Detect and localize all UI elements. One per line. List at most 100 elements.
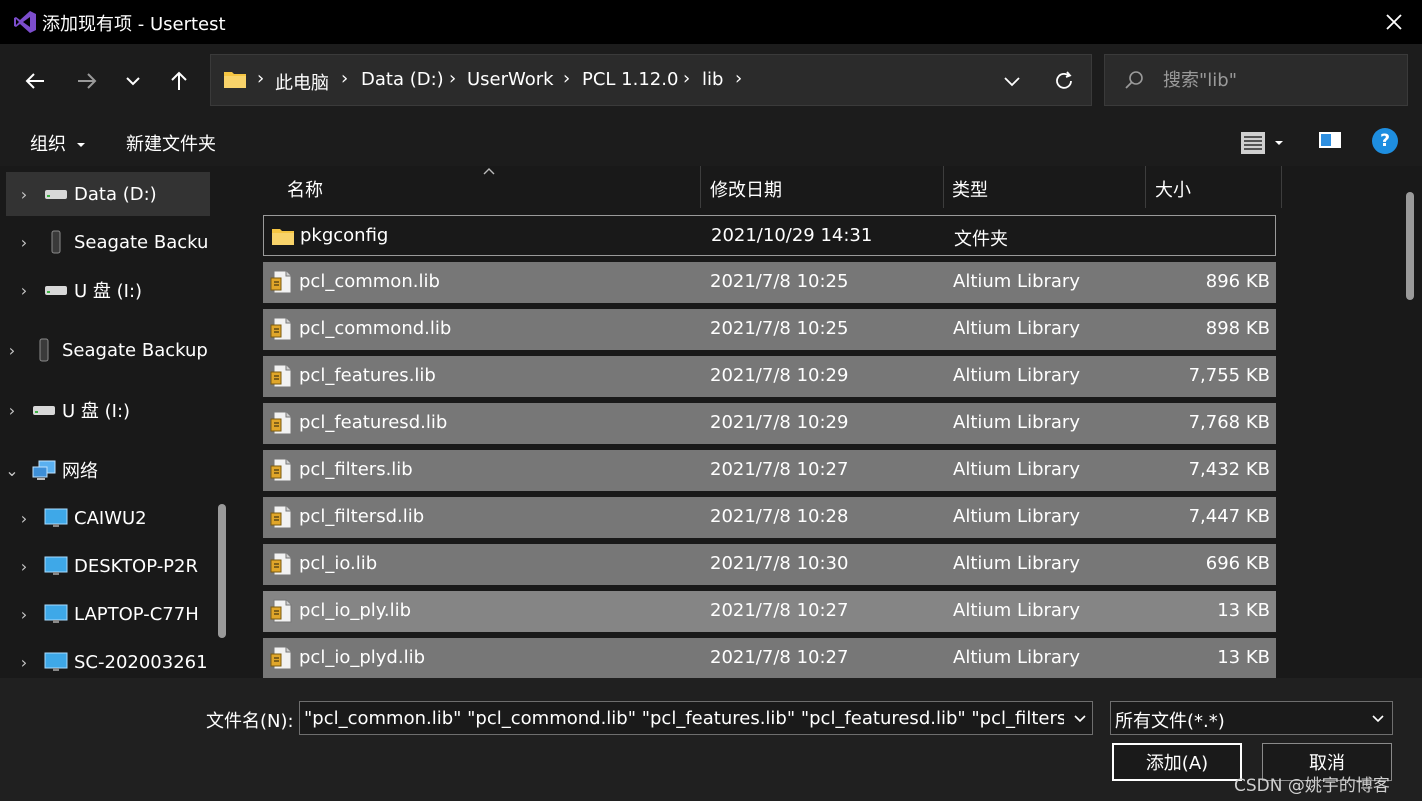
sidebar-item-laptop[interactable]: › LAPTOP-C77H <box>6 592 210 636</box>
refresh-button[interactable] <box>1049 67 1079 95</box>
filename-combobox[interactable] <box>299 701 1093 735</box>
file-row[interactable]: pcl_io_plyd.lib 2021/7/8 10:27 Altium Li… <box>263 638 1276 678</box>
view-options-button[interactable] <box>1240 128 1290 158</box>
caret-down-icon <box>1275 141 1283 145</box>
file-type: Altium Library <box>953 412 1080 433</box>
help-icon: ? <box>1380 131 1390 151</box>
file-type: Altium Library <box>953 365 1080 386</box>
expand-icon[interactable]: › <box>6 605 42 624</box>
file-size: 7,447 KB <box>1188 506 1270 527</box>
collapse-icon[interactable]: ⌄ <box>0 461 30 480</box>
sidebar-item-sc[interactable]: › SC-202003261 <box>6 640 210 678</box>
file-date: 2021/7/8 10:29 <box>710 365 849 386</box>
file-date: 2021/7/8 10:29 <box>710 412 849 433</box>
expand-icon[interactable]: › <box>6 653 42 672</box>
expand-icon[interactable]: › <box>6 233 42 252</box>
preview-pane-icon <box>1319 132 1341 148</box>
recent-locations-button[interactable] <box>114 62 152 100</box>
file-row[interactable]: pcl_io_ply.lib 2021/7/8 10:27 Altium Lib… <box>263 591 1276 632</box>
file-type: Altium Library <box>953 506 1080 527</box>
address-history-button[interactable] <box>997 67 1027 95</box>
drive-icon <box>42 283 70 297</box>
file-name: pcl_io_plyd.lib <box>299 647 425 668</box>
expand-icon[interactable]: › <box>0 401 30 420</box>
add-button[interactable]: 添加(A) <box>1112 743 1242 781</box>
file-name: pcl_filters.lib <box>299 459 413 480</box>
sidebar-item-seagate-2[interactable]: › Seagate Backup <box>0 328 210 372</box>
expand-icon[interactable]: › <box>6 509 42 528</box>
file-name: pcl_common.lib <box>299 271 440 292</box>
sidebar-item-caiwu2[interactable]: › CAIWU2 <box>6 496 210 540</box>
sidebar-item-label: SC-202003261 <box>74 651 208 673</box>
watermark-text: CSDN @姚宇的博客 <box>1234 776 1390 796</box>
sidebar-item-usb-1[interactable]: › U 盘 (I:) <box>6 268 210 312</box>
file-type: Altium Library <box>953 459 1080 480</box>
details-view-icon <box>1241 132 1265 154</box>
file-row[interactable]: pcl_commond.lib 2021/7/8 10:25 Altium Li… <box>263 309 1276 350</box>
library-file-icon <box>270 552 292 576</box>
forward-button[interactable] <box>68 62 106 100</box>
file-size: 896 KB <box>1205 271 1270 292</box>
file-date: 2021/7/8 10:30 <box>710 553 849 574</box>
file-name: pkgconfig <box>300 225 389 246</box>
library-file-icon <box>270 317 292 341</box>
file-row[interactable]: pcl_filters.lib 2021/7/8 10:27 Altium Li… <box>263 450 1276 491</box>
close-button[interactable] <box>1366 0 1422 44</box>
computer-icon <box>42 651 70 673</box>
file-row[interactable]: pcl_io.lib 2021/7/8 10:30 Altium Library… <box>263 544 1276 585</box>
external-drive-icon <box>42 230 70 254</box>
sidebar-item-desktop[interactable]: › DESKTOP-P2R <box>6 544 210 588</box>
library-file-icon <box>270 270 292 294</box>
breadcrumb-data-drive[interactable]: Data (D:) <box>361 69 444 90</box>
expand-icon[interactable]: › <box>0 341 30 360</box>
file-list-scrollbar[interactable] <box>1406 192 1414 300</box>
sidebar-scrollbar[interactable] <box>218 504 226 638</box>
column-name[interactable]: 名称 <box>287 176 323 202</box>
organize-menu[interactable]: 组织 <box>30 130 86 156</box>
expand-icon[interactable]: › <box>6 185 42 204</box>
file-type-filter-value: 所有文件(*.*) <box>1115 711 1225 732</box>
expand-icon[interactable]: › <box>6 281 42 300</box>
breadcrumb-pcl[interactable]: PCL 1.12.0 <box>582 69 678 90</box>
file-name: pcl_commond.lib <box>299 318 452 339</box>
folder-icon <box>272 229 294 245</box>
address-bar[interactable]: › 此电脑 › Data (D:) › UserWork › PCL 1.12.… <box>210 54 1092 106</box>
file-row[interactable]: pcl_filtersd.lib 2021/7/8 10:28 Altium L… <box>263 497 1276 538</box>
search-box[interactable] <box>1104 54 1408 106</box>
file-type: 文件夹 <box>954 229 1008 250</box>
breadcrumb-lib[interactable]: lib <box>702 69 723 90</box>
sidebar-item-network[interactable]: ⌄ 网络 <box>0 448 210 492</box>
expand-icon[interactable]: › <box>6 557 42 576</box>
file-row[interactable]: pcl_features.lib 2021/7/8 10:29 Altium L… <box>263 356 1276 397</box>
close-icon <box>1386 14 1402 30</box>
organize-label: 组织 <box>30 134 66 155</box>
sidebar-item-label: U 盘 (I:) <box>74 281 143 302</box>
file-type-filter[interactable]: 所有文件(*.*) <box>1110 701 1393 735</box>
sidebar-item-label: Data (D:) <box>74 183 157 205</box>
help-button[interactable]: ? <box>1372 128 1398 154</box>
arrow-right-icon <box>78 73 97 89</box>
breadcrumb-this-pc[interactable]: 此电脑 <box>275 69 329 95</box>
sidebar-item-seagate-1[interactable]: › Seagate Backup <box>6 220 210 264</box>
library-file-icon <box>270 411 292 435</box>
back-button[interactable] <box>16 62 54 100</box>
chevron-down-icon[interactable] <box>1072 708 1088 728</box>
search-input[interactable] <box>1163 65 1393 95</box>
filename-input[interactable] <box>304 705 1064 731</box>
file-row[interactable]: pcl_common.lib 2021/7/8 10:25 Altium Lib… <box>263 262 1276 303</box>
filename-label: 文件名(N): <box>206 711 294 732</box>
file-list: 名称 修改日期 类型 大小 pkgconfig 2021/10/29 14:31… <box>240 166 1422 678</box>
computer-icon <box>42 603 70 625</box>
file-row[interactable]: pcl_featuresd.lib 2021/7/8 10:29 Altium … <box>263 403 1276 444</box>
sidebar-item-usb-2[interactable]: › U 盘 (I:) <box>0 388 210 432</box>
column-size[interactable]: 大小 <box>1155 176 1191 202</box>
file-row-folder[interactable]: pkgconfig 2021/10/29 14:31 文件夹 <box>263 215 1276 256</box>
arrow-left-icon <box>25 73 44 89</box>
column-modified[interactable]: 修改日期 <box>710 176 782 202</box>
breadcrumb-userwork[interactable]: UserWork <box>467 69 554 90</box>
preview-pane-button[interactable] <box>1318 130 1346 156</box>
column-type[interactable]: 类型 <box>952 176 988 202</box>
sidebar-item-data-drive[interactable]: › Data (D:) <box>6 172 210 216</box>
new-folder-button[interactable]: 新建文件夹 <box>126 130 216 156</box>
up-button[interactable] <box>160 62 198 100</box>
